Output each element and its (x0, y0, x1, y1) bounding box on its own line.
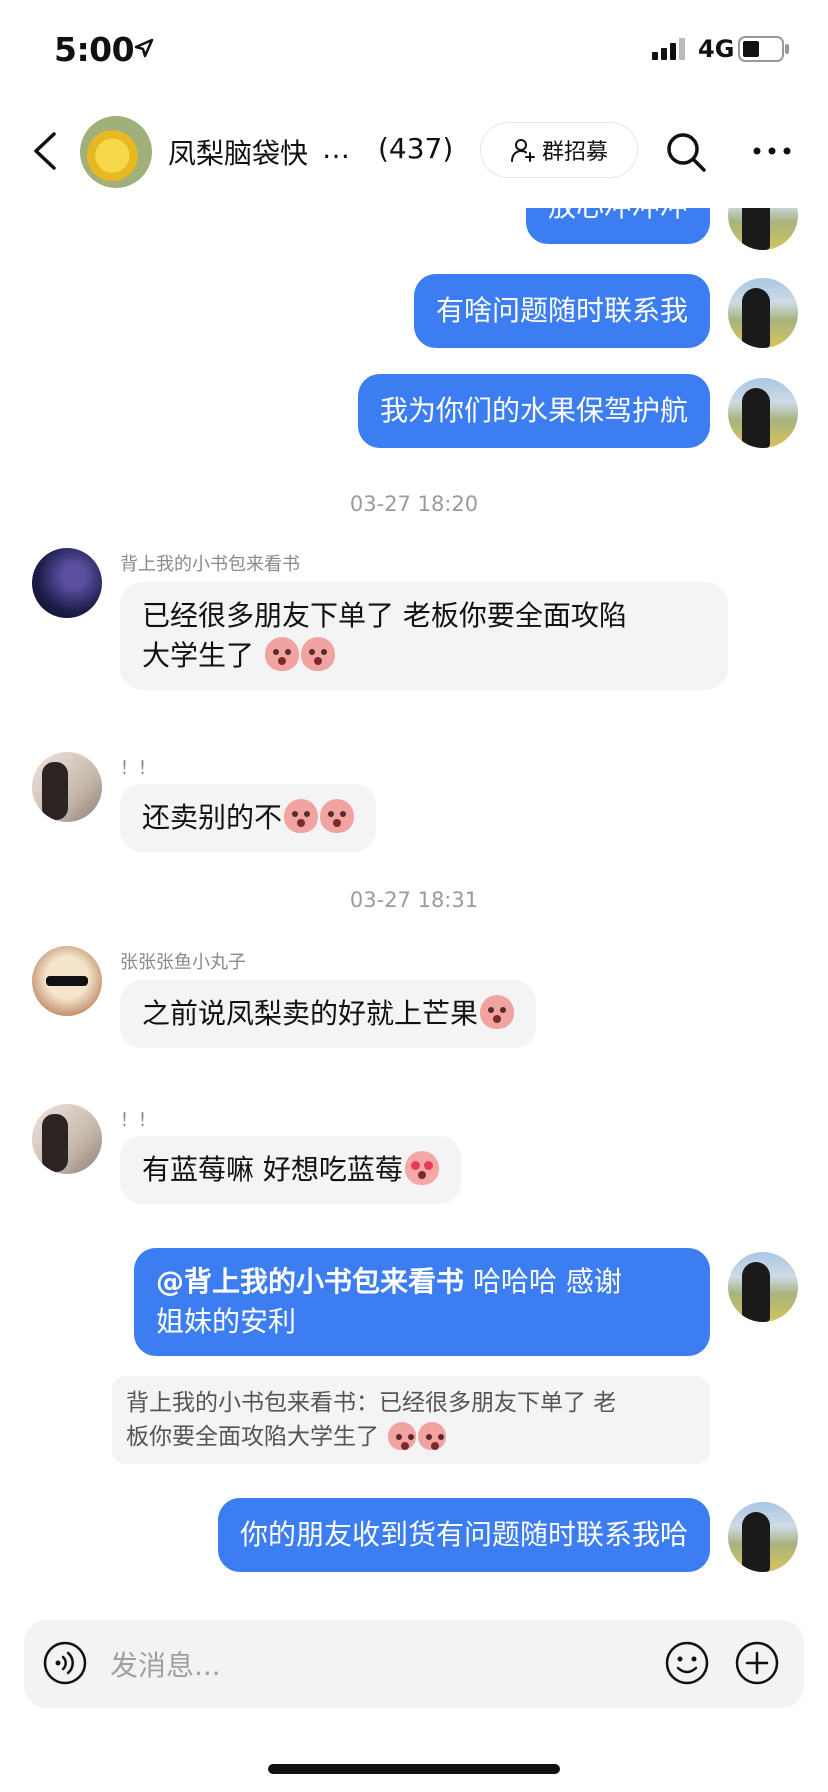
more-icon[interactable] (752, 144, 792, 158)
sender-avatar[interactable] (32, 946, 102, 1016)
message-bubble-outgoing[interactable]: @背上我的小书包来看书 哈哈哈 感谢 姐妹的安利 (134, 1248, 710, 1356)
message-text: 有蓝莓嘛 好想吃蓝莓 (142, 1153, 403, 1186)
peach-emoji-icon (320, 799, 355, 833)
message-input[interactable] (108, 1638, 472, 1692)
voice-icon[interactable] (42, 1640, 88, 1686)
peach-emoji-icon (300, 637, 335, 671)
status-bar: 5:00 4G (0, 0, 828, 96)
location-arrow-icon (134, 38, 154, 58)
search-icon[interactable] (664, 130, 708, 174)
plus-icon[interactable] (734, 1640, 780, 1686)
status-time: 5:00 (54, 30, 135, 69)
group-name-ellipsis: … (322, 132, 350, 165)
back-icon[interactable] (26, 128, 66, 174)
signal-icon (652, 38, 685, 60)
chat-header: 凤梨脑袋快 … (437) 群招募 (0, 96, 828, 208)
message-text: 放心冲冲冲 (548, 208, 688, 223)
my-avatar[interactable] (728, 1502, 798, 1572)
sender-avatar[interactable] (32, 548, 102, 618)
message-text: 你的朋友收到货有问题随时联系我哈 (239, 1518, 688, 1551)
message-text: 姐妹的安利 (156, 1305, 297, 1338)
my-avatar[interactable] (728, 378, 798, 448)
message-text: 之前说凤梨卖的好就上芒果 (142, 997, 479, 1030)
message-bubble-outgoing[interactable]: 有啥问题随时联系我 (413, 274, 710, 348)
message-bubble-outgoing[interactable]: 放心冲冲冲 (525, 208, 710, 244)
group-avatar[interactable] (80, 116, 152, 188)
message-text: 我为你们的水果保驾护航 (379, 394, 688, 427)
message-text: 已经很多朋友下单了 老板你要全面攻陷 (142, 599, 627, 632)
message-bubble-incoming[interactable]: 已经很多朋友下单了 老板你要全面攻陷 大学生了 (120, 582, 728, 690)
my-avatar[interactable] (728, 208, 798, 250)
message-bubble-incoming[interactable]: 有蓝莓嘛 好想吃蓝莓 (120, 1136, 461, 1204)
add-user-icon (510, 139, 535, 162)
message-text: 还卖别的不 (142, 801, 283, 834)
recruit-button[interactable]: 群招募 (480, 122, 638, 178)
peach-emoji-icon (388, 1422, 417, 1450)
message-bubble-incoming[interactable]: 之前说凤梨卖的好就上芒果 (120, 980, 537, 1048)
peach-emoji-icon (418, 1422, 447, 1450)
member-count[interactable]: (437) (378, 132, 453, 165)
my-avatar[interactable] (728, 1252, 798, 1322)
message-text: 哈哈哈 感谢 (464, 1265, 622, 1298)
heart-eyes-emoji-icon (404, 1151, 439, 1185)
my-avatar[interactable] (728, 278, 798, 348)
timestamp: 03-27 18:20 (349, 492, 479, 516)
peach-emoji-icon (480, 995, 515, 1029)
mention-link[interactable]: @背上我的小书包来看书 (156, 1265, 464, 1298)
quote-text: 板你要全面攻陷大学生了 (126, 1424, 379, 1450)
message-bubble-outgoing[interactable]: 你的朋友收到货有问题随时联系我哈 (217, 1498, 710, 1572)
quote-text: 背上我的小书包来看书：已经很多朋友下单了 老 (126, 1390, 617, 1416)
timestamp: 03-27 18:31 (349, 888, 479, 912)
battery-icon (738, 36, 789, 62)
sender-name: 张张张鱼小丸子 (120, 952, 246, 973)
sender-name: 背上我的小书包来看书 (120, 554, 300, 575)
sender-name: ！！ (120, 758, 156, 779)
network-type: 4G (698, 35, 735, 63)
peach-emoji-icon (284, 799, 319, 833)
recruit-label: 群招募 (541, 140, 608, 165)
message-text: 大学生了 (142, 639, 255, 672)
home-indicator[interactable] (268, 1764, 560, 1774)
sender-avatar[interactable] (32, 1104, 102, 1174)
emoji-icon[interactable] (664, 1640, 710, 1686)
peach-emoji-icon (264, 637, 299, 671)
message-input-bar (24, 1620, 804, 1708)
chat-area[interactable]: 放心冲冲冲 有啥问题随时联系我 我为你们的水果保驾护航 03-27 18:20 … (0, 208, 828, 1620)
message-bubble-incoming[interactable]: 还卖别的不 (120, 784, 377, 852)
sender-avatar[interactable] (32, 752, 102, 822)
sender-name: ！！ (120, 1110, 156, 1131)
message-text: 有啥问题随时联系我 (435, 294, 688, 327)
message-bubble-outgoing[interactable]: 我为你们的水果保驾护航 (357, 374, 710, 448)
quoted-message[interactable]: 背上我的小书包来看书：已经很多朋友下单了 老 板你要全面攻陷大学生了 (112, 1376, 710, 1464)
